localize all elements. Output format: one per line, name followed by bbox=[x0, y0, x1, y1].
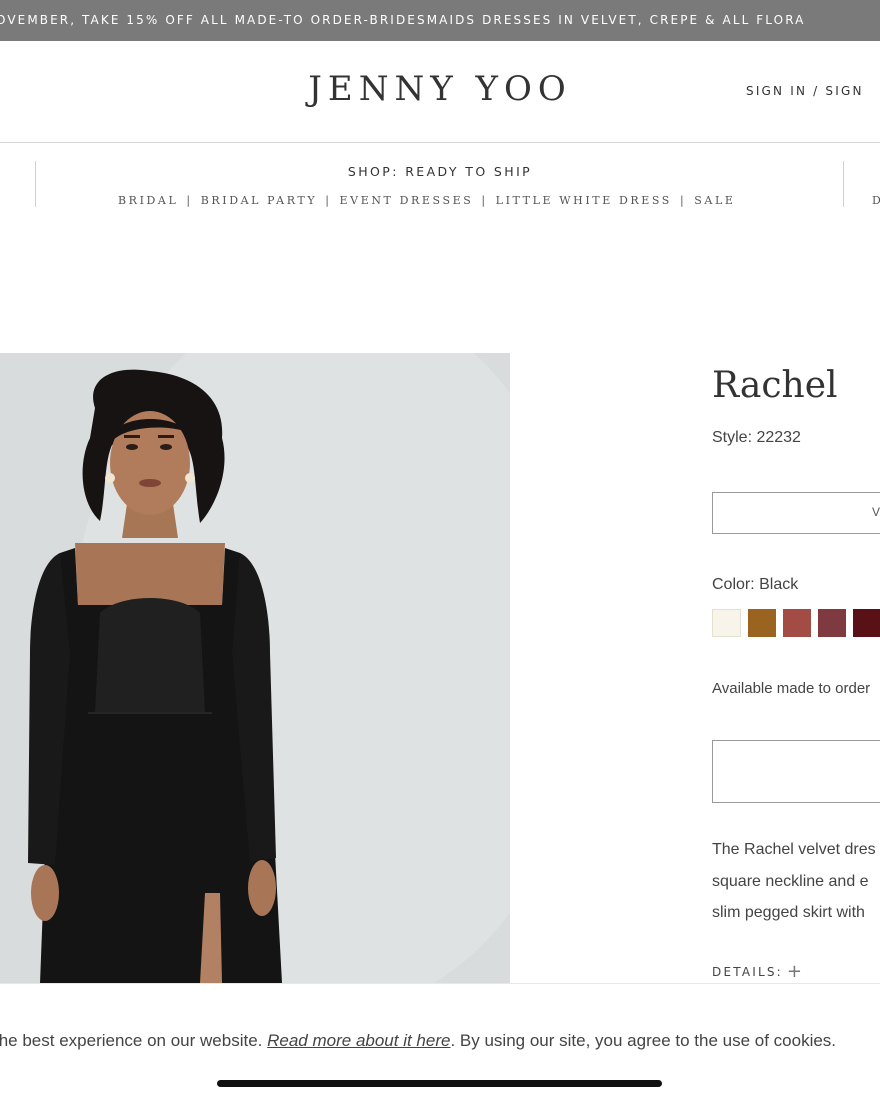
nav-link-little-white-dress[interactable]: LITTLE WHITE DRESS bbox=[496, 194, 672, 207]
cookie-text-start: the best experience on our website. bbox=[0, 1031, 268, 1050]
nav-section-title[interactable]: SHOP: READY TO SHIP bbox=[0, 164, 880, 179]
size-select-value: V bbox=[872, 505, 880, 519]
promo-banner[interactable]: OVEMBER, TAKE 15% OFF ALL MADE-TO ORDER-… bbox=[0, 0, 880, 41]
nav-links: BRIDAL | BRIDAL PARTY | EVENT DRESSES | LITTLE… bbox=[118, 194, 735, 207]
color-label: Color: Black bbox=[712, 576, 799, 593]
site-header: JENNY YOO SIGN IN / SIGN bbox=[0, 41, 880, 143]
nav-separator: | bbox=[186, 194, 193, 207]
color-swatch-mauve[interactable] bbox=[818, 609, 846, 637]
nav-link-bridal-party[interactable]: BRIDAL PARTY bbox=[201, 194, 318, 207]
color-swatch-burgundy[interactable] bbox=[853, 609, 880, 637]
cookie-text-end: . By using our site, you agree to the us… bbox=[450, 1031, 837, 1050]
product-style-number: Style: 22232 bbox=[712, 429, 801, 446]
color-swatch-bronze[interactable] bbox=[748, 609, 776, 637]
sign-in-link[interactable]: SIGN IN / SIGN bbox=[746, 84, 864, 98]
product-image[interactable] bbox=[0, 353, 510, 983]
nav-separator: | bbox=[679, 194, 687, 207]
home-indicator[interactable] bbox=[217, 1080, 662, 1087]
nav-link-event-dresses[interactable]: EVENT DRESSES bbox=[340, 194, 474, 207]
color-swatch-cream[interactable] bbox=[712, 609, 741, 637]
details-label: DETAILS: bbox=[712, 965, 783, 979]
cookie-read-more-link[interactable]: Read more about it here bbox=[267, 1031, 450, 1050]
nav-link-bridal[interactable]: BRIDAL bbox=[118, 194, 178, 207]
cookie-text: the best experience on our website. Read… bbox=[0, 1031, 836, 1051]
add-to-cart-box[interactable] bbox=[712, 740, 880, 803]
description-line: slim pegged skirt with bbox=[712, 904, 865, 921]
size-select[interactable]: V bbox=[712, 492, 880, 534]
main-navigation: SHOP: READY TO SHIP BRIDAL | BRIDAL PARTY |… bbox=[0, 143, 880, 223]
nav-separator: | bbox=[481, 194, 488, 207]
details-toggle[interactable]: DETAILS: + bbox=[712, 960, 803, 982]
product-title: Rachel bbox=[712, 365, 838, 406]
nav-overflow-item[interactable]: D bbox=[872, 194, 880, 207]
product-description: The Rachel velvet dres square neckline a… bbox=[712, 834, 880, 929]
promo-text: OVEMBER, TAKE 15% OFF ALL MADE-TO ORDER-… bbox=[0, 13, 806, 27]
availability-text: Available made to order bbox=[712, 680, 871, 697]
model-photo bbox=[0, 353, 510, 983]
description-line: The Rachel velvet dres bbox=[712, 841, 876, 858]
description-line: square neckline and e bbox=[712, 872, 869, 890]
nav-link-sale[interactable]: SALE bbox=[694, 194, 735, 207]
nav-separator: | bbox=[325, 194, 332, 207]
color-swatch-terracotta[interactable] bbox=[783, 609, 811, 637]
plus-icon: + bbox=[786, 961, 803, 982]
